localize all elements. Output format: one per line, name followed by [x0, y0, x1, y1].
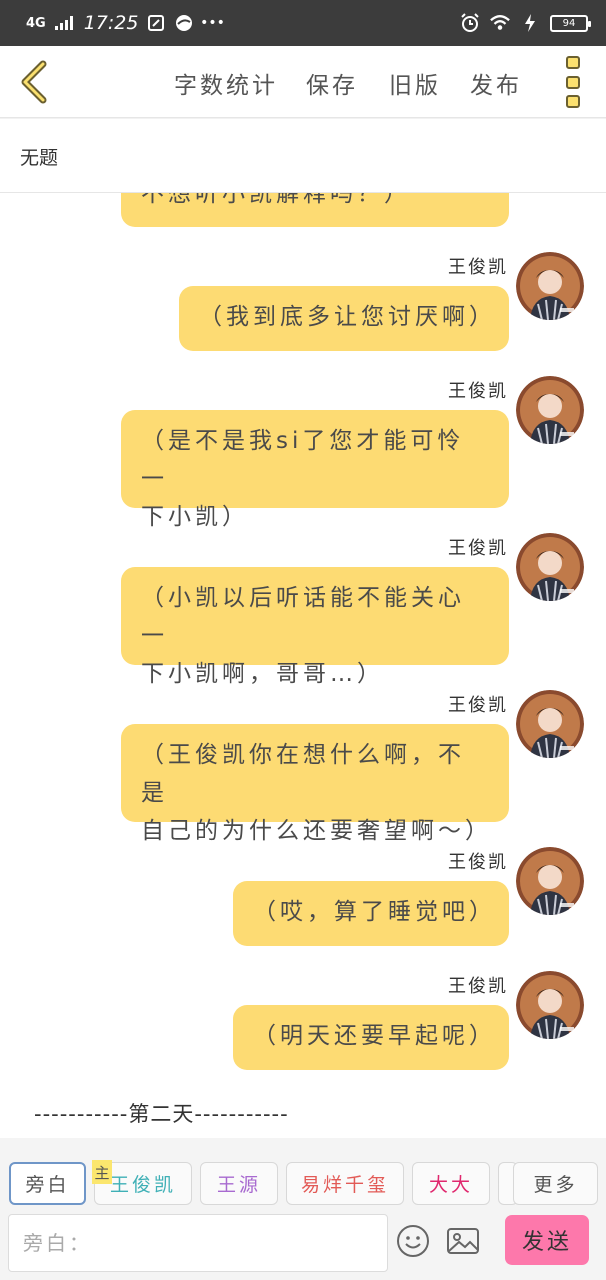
message-text: （明天还要早起呢） [253, 1023, 496, 1049]
message-input[interactable] [9, 1215, 387, 1271]
signal-icon [54, 13, 74, 33]
sender-name: 王俊凯 [448, 695, 508, 716]
message-text-line: （王俊凯你在想什么啊，不是 [141, 742, 465, 806]
message-text-line: 自己的为什么还要奢望啊～） [141, 818, 492, 844]
message-bubble[interactable]: （王俊凯你在想什么啊，不是 自己的为什么还要奢望啊～） [121, 724, 509, 844]
sim-icon [146, 13, 166, 33]
role-chip-yiyang-qianxi[interactable]: 易烊千玺 [286, 1162, 404, 1205]
message-text-line: （是不是我si了您才能可怜一 [141, 428, 465, 492]
message-text-line: 下小凯） [141, 504, 249, 530]
emoji-icon [397, 1225, 429, 1257]
image-icon [447, 1228, 479, 1254]
more-menu-button[interactable] [562, 56, 584, 108]
sender-name: 王俊凯 [448, 538, 508, 559]
charging-icon [520, 13, 540, 33]
battery-icon: 94 [550, 14, 591, 32]
composer-panel: 旁白 主 王俊凯 王源 易烊千玺 大大 更多 发送 [0, 1138, 606, 1280]
role-chip-narration[interactable]: 旁白 [9, 1162, 86, 1205]
status-time: 17:25 [83, 12, 139, 34]
avatar[interactable] [516, 533, 584, 601]
save-button[interactable]: 保存 [306, 66, 358, 100]
sender-name: 王俊凯 [448, 257, 508, 278]
avatar[interactable] [516, 971, 584, 1039]
menu-dot-icon [566, 75, 580, 89]
chevron-left-icon [21, 60, 47, 104]
send-button[interactable]: 发送 [505, 1215, 589, 1265]
menu-dot-icon [566, 95, 580, 108]
menu-dot-icon [566, 56, 580, 69]
message-text: （哎，算了睡觉吧） [253, 899, 496, 925]
avatar[interactable] [516, 690, 584, 758]
document-title[interactable]: 无题 [0, 119, 606, 193]
sender-name: 王俊凯 [448, 852, 508, 873]
back-button[interactable] [14, 58, 54, 106]
emoji-button[interactable] [396, 1224, 432, 1260]
message-text-line: （小凯以后听话能不能关心一 [141, 585, 465, 649]
chat-area[interactable]: 不想听小凯解释吗？） 王俊凯 （我到底多让您讨厌啊） 王俊凯 （是不是我si了您… [0, 193, 606, 1138]
avatar[interactable] [516, 847, 584, 915]
word-count-button[interactable]: 字数统计 [174, 66, 278, 100]
message-bubble[interactable]: （我到底多让您讨厌啊） [179, 286, 509, 351]
editor-toolbar: 字数统计 保存 旧版 发布 [0, 46, 606, 118]
battery-level: 94 [562, 17, 576, 29]
role-chip-wang-yuan[interactable]: 王源 [200, 1162, 278, 1205]
sender-name: 王俊凯 [448, 976, 508, 997]
network-type: 4G [26, 15, 46, 31]
main-role-badge: 主 [92, 1160, 112, 1184]
message-text-line: 下小凯啊，哥哥…） [141, 661, 384, 687]
status-bar: 4G 17:25 ••• 94 [0, 0, 606, 46]
message-bubble[interactable]: （是不是我si了您才能可怜一 下小凯） [121, 410, 509, 530]
avatar[interactable] [516, 376, 584, 444]
message-bubble[interactable]: （哎，算了睡觉吧） [233, 881, 509, 946]
image-button[interactable] [446, 1224, 482, 1260]
publish-button[interactable]: 发布 [470, 66, 522, 100]
wifi-icon [490, 13, 510, 33]
message-bubble[interactable]: 不想听小凯解释吗？） [121, 193, 509, 227]
message-text: 不想听小凯解释吗？） [141, 193, 411, 207]
day-divider: -----------第二天----------- [34, 1102, 289, 1126]
sender-name: 王俊凯 [448, 381, 508, 402]
more-roles-button[interactable]: 更多 [513, 1162, 598, 1205]
more-dots-icon: ••• [200, 15, 225, 31]
browser-icon [174, 13, 194, 33]
message-bubble[interactable]: （明天还要早起呢） [233, 1005, 509, 1070]
role-chip-dada[interactable]: 大大 [412, 1162, 490, 1205]
old-version-button[interactable]: 旧版 [389, 66, 441, 100]
alarm-icon [460, 13, 480, 33]
avatar[interactable] [516, 252, 584, 320]
message-bubble[interactable]: （小凯以后听话能不能关心一 下小凯啊，哥哥…） [121, 567, 509, 687]
message-input-wrapper [8, 1214, 388, 1272]
message-text: （我到底多让您讨厌啊） [199, 304, 496, 330]
